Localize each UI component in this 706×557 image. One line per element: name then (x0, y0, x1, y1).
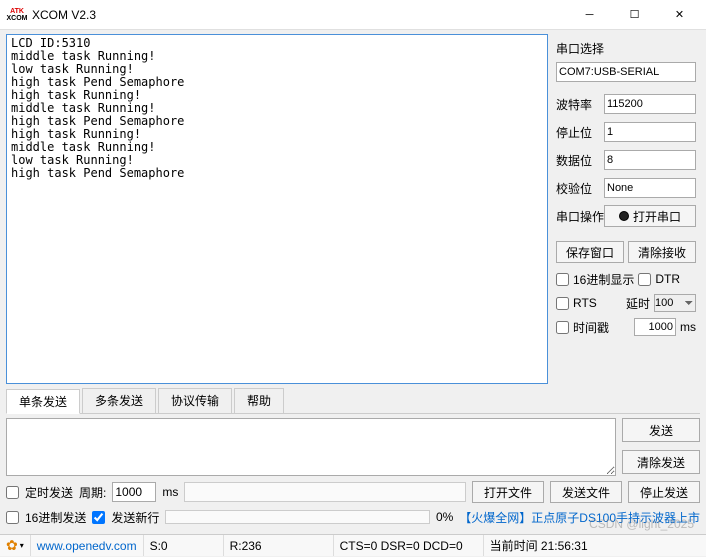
close-button[interactable]: ✕ (657, 1, 702, 29)
send-textarea[interactable] (6, 418, 616, 476)
delay-label: 延时 (626, 295, 650, 312)
file-path-field[interactable] (184, 482, 466, 502)
parity-label: 校验位 (556, 180, 604, 197)
status-signals: CTS=0 DSR=0 DCD=0 (334, 535, 484, 556)
stopbits-label: 停止位 (556, 124, 604, 141)
hex-send-label: 16进制发送 (25, 509, 86, 526)
cycle-unit: ms (162, 485, 178, 499)
rts-checkbox[interactable] (556, 297, 569, 310)
baud-select[interactable]: 115200 (604, 94, 696, 114)
open-file-button[interactable]: 打开文件 (472, 481, 544, 503)
receive-textarea[interactable]: LCD ID:5310 middle task Running! low tas… (6, 34, 548, 384)
progress-percent: 0% (436, 510, 453, 524)
url-link[interactable]: www.openedv.com (37, 539, 137, 553)
app-icon: ATK XCOM (8, 6, 26, 24)
timestamp-unit: ms (680, 320, 696, 334)
dtr-checkbox[interactable] (638, 273, 651, 286)
status-sent: S:0 (144, 535, 224, 556)
baud-label: 波特率 (556, 96, 604, 113)
timed-send-label: 定时发送 (25, 484, 73, 501)
port-section-title: 串口选择 (556, 40, 696, 57)
databits-select[interactable]: 8 (604, 150, 696, 170)
timestamp-label: 时间戳 (573, 319, 609, 336)
port-op-label: 串口操作 (556, 208, 604, 225)
open-port-button[interactable]: 打开串口 (604, 205, 696, 227)
send-newline-checkbox[interactable] (92, 511, 105, 524)
hex-send-checkbox[interactable] (6, 511, 19, 524)
save-window-button[interactable]: 保存窗口 (556, 241, 624, 263)
port-select[interactable]: COM7:USB-SERIAL (556, 62, 696, 82)
rts-label: RTS (573, 296, 597, 310)
timestamp-input[interactable] (634, 318, 676, 336)
send-button[interactable]: 发送 (622, 418, 700, 442)
clear-receive-button[interactable]: 清除接收 (628, 241, 696, 263)
parity-select[interactable]: None (604, 178, 696, 198)
timestamp-checkbox[interactable] (556, 321, 569, 334)
promo-link[interactable]: 【火爆全网】正点原子DS100手持示波器上市 (459, 509, 700, 526)
status-received: R:236 (224, 535, 334, 556)
delay-select[interactable]: 100 (654, 294, 696, 312)
gear-icon: ✿ (6, 537, 18, 554)
stopbits-select[interactable]: 1 (604, 122, 696, 142)
tab-single-send[interactable]: 单条发送 (6, 389, 80, 414)
settings-button[interactable]: ✿▾ (0, 535, 31, 556)
clear-send-button[interactable]: 清除发送 (622, 450, 700, 474)
timed-send-checkbox[interactable] (6, 486, 19, 499)
status-time: 当前时间 21:56:31 (484, 535, 706, 556)
window-title: XCOM V2.3 (32, 8, 567, 22)
port-status-lamp (619, 211, 629, 221)
cycle-label: 周期: (79, 484, 106, 501)
tab-protocol[interactable]: 协议传输 (158, 388, 232, 413)
chevron-down-icon: ▾ (20, 541, 24, 550)
stop-send-button[interactable]: 停止发送 (628, 481, 700, 503)
send-newline-label: 发送新行 (111, 509, 159, 526)
hex-display-label: 16进制显示 (573, 271, 634, 288)
dtr-label: DTR (655, 272, 680, 286)
maximize-button[interactable]: ☐ (612, 1, 657, 29)
hex-display-checkbox[interactable] (556, 273, 569, 286)
tab-multi-send[interactable]: 多条发送 (82, 388, 156, 413)
tab-help[interactable]: 帮助 (234, 388, 284, 413)
cycle-input[interactable] (112, 482, 156, 502)
minimize-button[interactable]: ─ (567, 1, 612, 29)
progress-bar (165, 510, 430, 524)
databits-label: 数据位 (556, 152, 604, 169)
send-file-button[interactable]: 发送文件 (550, 481, 622, 503)
